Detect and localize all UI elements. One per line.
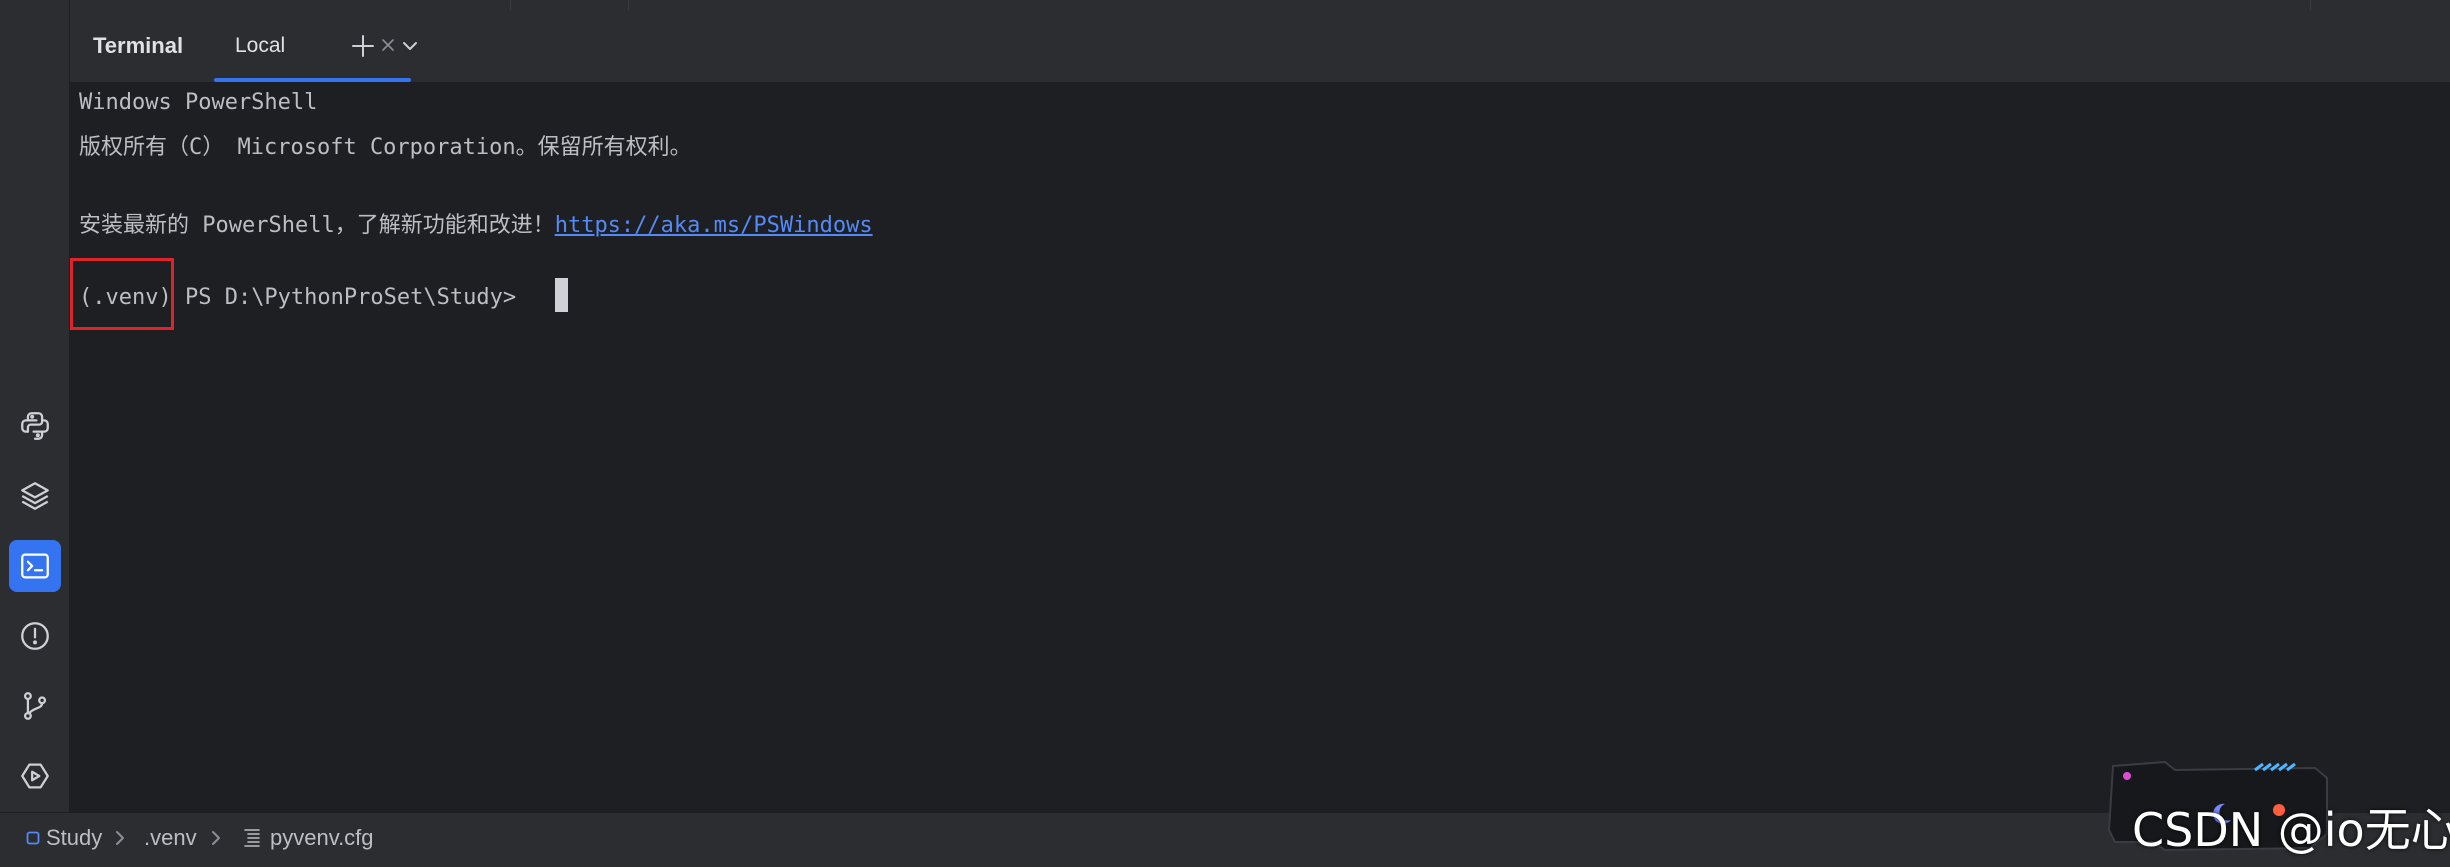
left-tool-strip: [0, 0, 70, 812]
tab-local[interactable]: Local: [214, 10, 411, 82]
divider: [510, 0, 511, 10]
install-message: 安装最新的 PowerShell，了解新功能和改进！: [79, 213, 555, 238]
services-button[interactable]: [9, 750, 61, 802]
pswindows-link[interactable]: https://aka.ms/PSWindows: [555, 213, 873, 238]
breadcrumb-venv[interactable]: .venv: [144, 825, 197, 851]
terminal-line: 版权所有（C） Microsoft Corporation。保留所有权利。: [79, 135, 692, 160]
plus-icon: [352, 35, 374, 57]
prompt-text: PS D:\PythonProSet\Study>: [171, 285, 530, 310]
terminal-output[interactable]: Windows PowerShell 版权所有（C） Microsoft Cor…: [70, 83, 2450, 812]
chevron-right-icon: [212, 831, 220, 845]
terminal-button[interactable]: [9, 540, 61, 592]
tool-window-title: Terminal: [93, 33, 184, 58]
terminal-line-install: 安装最新的 PowerShell，了解新功能和改进！https://aka.ms…: [79, 207, 873, 239]
git-icon: [23, 692, 47, 720]
divider: [2310, 0, 2311, 10]
breadcrumb-label: .venv: [144, 825, 197, 850]
watermark-text: CSDN @io无心: [2132, 803, 2450, 857]
tab-options-button[interactable]: [394, 30, 426, 62]
window-bottom-edge: [0, 862, 2450, 867]
chevron-down-icon: [403, 42, 417, 50]
python-console-icon: [21, 412, 49, 440]
breadcrumb-project[interactable]: Study: [26, 825, 102, 851]
chevron-right-icon: [116, 831, 124, 845]
problems-icon: [21, 622, 49, 650]
tab-label: Local: [235, 34, 286, 57]
git-button[interactable]: [9, 680, 61, 732]
venv-highlight-box: [70, 258, 174, 330]
module-icon: [26, 831, 40, 845]
csdn-watermark: CSDN @io无心: [2105, 752, 2450, 867]
terminal-cursor: [555, 278, 568, 312]
status-bar: Study .venv pyvenv.cfg: [0, 812, 2450, 863]
terminal-line: Windows PowerShell: [79, 90, 318, 115]
problems-button[interactable]: [9, 610, 61, 662]
breadcrumb-file[interactable]: pyvenv.cfg: [242, 825, 374, 851]
breadcrumb-label: pyvenv.cfg: [270, 825, 374, 850]
breadcrumb-label: Study: [46, 825, 103, 850]
editor-top-edge: [70, 0, 2450, 10]
tab-active-indicator: [214, 78, 411, 82]
layers-icon: [21, 482, 49, 510]
services-icon: [21, 763, 49, 789]
terminal-header: Terminal Local: [70, 10, 2450, 83]
config-file-icon: [244, 829, 260, 847]
ide-window: Terminal Local Windows PowerShell 版权所有（C…: [0, 0, 2450, 867]
new-tab-button[interactable]: [347, 30, 379, 62]
python-console-button[interactable]: [9, 400, 61, 452]
divider: [628, 0, 629, 10]
layers-button[interactable]: [9, 470, 61, 522]
terminal-icon: [21, 553, 49, 579]
